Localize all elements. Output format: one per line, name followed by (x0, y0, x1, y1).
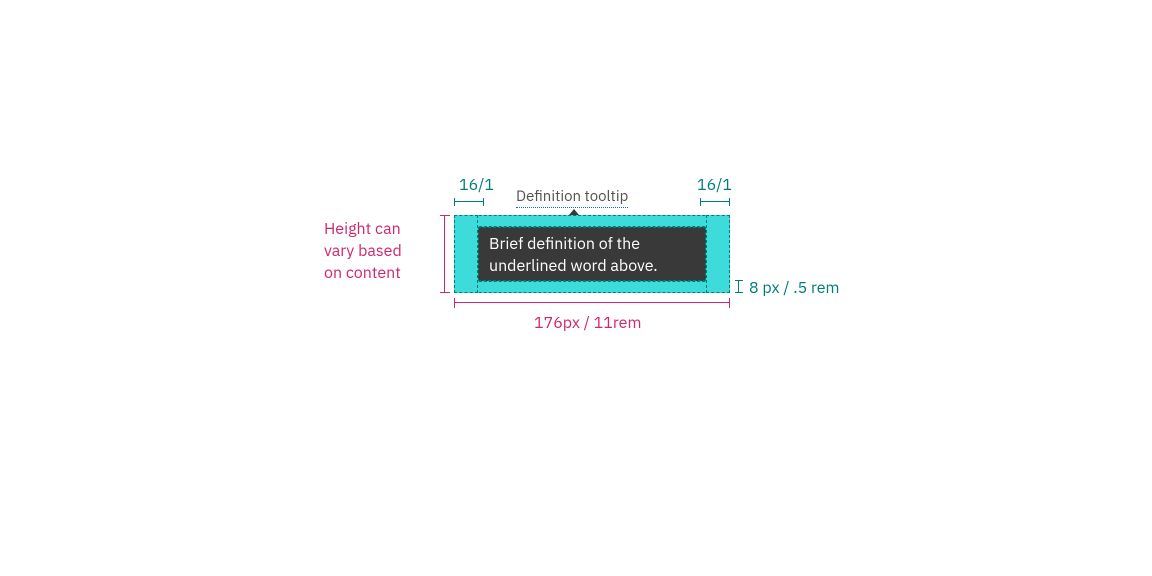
definition-tooltip-trigger[interactable]: Definition tooltip (516, 187, 628, 208)
padding-bottom-label: 8 px / .5 rem (749, 278, 840, 298)
tooltip-body: Brief definition of the underlined word … (478, 227, 706, 281)
spec-diagram: Definition tooltip Brief definition of t… (0, 0, 1152, 576)
width-bracket-icon (454, 298, 730, 308)
padding-bottom-highlight (454, 281, 730, 293)
height-note-line3: on content (324, 263, 401, 283)
tooltip-text-line2: underlined word above. (489, 256, 658, 276)
padding-left-highlight (454, 215, 478, 293)
height-bracket-icon (440, 215, 450, 293)
height-note-line1: Height can (324, 219, 401, 239)
height-annotation: Height can vary based on content (324, 218, 434, 284)
padding-top-highlight (454, 215, 730, 227)
padding-bottom-bracket-icon (735, 280, 743, 293)
padding-right-label: 16/1 (697, 175, 732, 195)
width-annotation: 176px / 11rem (534, 313, 641, 333)
padding-right-bracket-icon (700, 198, 730, 206)
height-note-line2: vary based (324, 241, 402, 261)
padding-left-bracket-icon (454, 198, 484, 206)
tooltip-text-line1: Brief definition of the (489, 234, 640, 254)
padding-left-label: 16/1 (459, 175, 494, 195)
padding-right-highlight (706, 215, 730, 293)
